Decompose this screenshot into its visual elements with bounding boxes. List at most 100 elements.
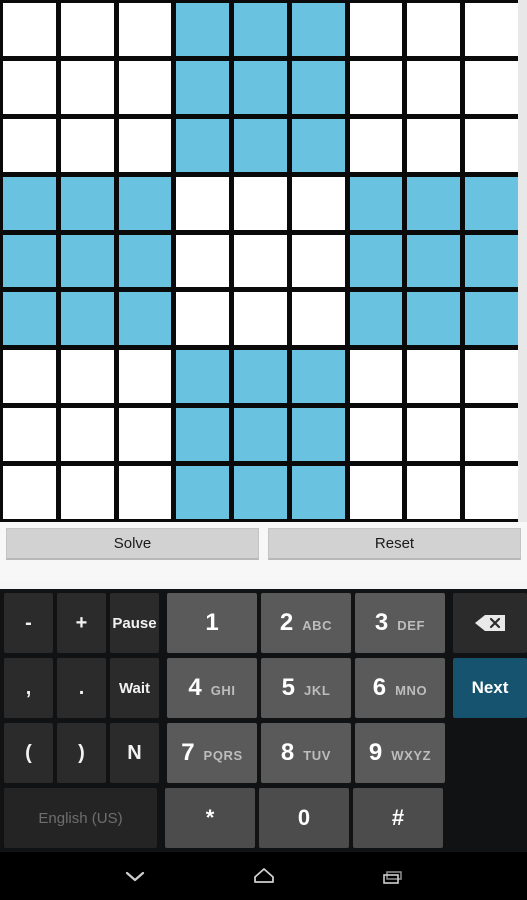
sudoku-cell[interactable]	[465, 118, 518, 172]
key-paren-open[interactable]: (	[4, 723, 53, 783]
sudoku-cell[interactable]	[407, 3, 461, 56]
sudoku-cell[interactable]	[176, 408, 230, 462]
sudoku-cell[interactable]	[234, 118, 287, 172]
sudoku-cell[interactable]	[118, 292, 172, 346]
sudoku-cell[interactable]	[118, 118, 172, 172]
sudoku-cell[interactable]	[349, 176, 403, 230]
sudoku-cell[interactable]	[3, 118, 56, 172]
sudoku-cell[interactable]	[465, 3, 518, 56]
sudoku-cell[interactable]	[118, 408, 172, 462]
sudoku-cell[interactable]	[60, 118, 114, 172]
sudoku-cell[interactable]	[349, 234, 403, 288]
solve-button[interactable]: Solve	[6, 528, 259, 560]
sudoku-cell[interactable]	[465, 60, 518, 114]
sudoku-cell[interactable]	[118, 466, 172, 519]
sudoku-cell[interactable]	[234, 60, 287, 114]
sudoku-cell[interactable]	[3, 60, 56, 114]
sudoku-cell[interactable]	[291, 466, 345, 519]
key-0[interactable]: 0	[259, 788, 349, 848]
sudoku-cell[interactable]	[3, 234, 56, 288]
sudoku-cell[interactable]	[465, 176, 518, 230]
key-5[interactable]: 5 JKL	[261, 658, 351, 718]
sudoku-cell[interactable]	[407, 466, 461, 519]
sudoku-cell[interactable]	[60, 176, 114, 230]
sudoku-cell[interactable]	[407, 350, 461, 404]
key-pause[interactable]: Pause	[110, 593, 159, 653]
sudoku-cell[interactable]	[465, 234, 518, 288]
sudoku-cell[interactable]	[234, 234, 287, 288]
sudoku-cell[interactable]	[118, 350, 172, 404]
sudoku-cell[interactable]	[349, 118, 403, 172]
key-1[interactable]: 1	[167, 593, 257, 653]
sudoku-cell[interactable]	[118, 3, 172, 56]
sudoku-cell[interactable]	[234, 292, 287, 346]
sudoku-cell[interactable]	[291, 60, 345, 114]
sudoku-cell[interactable]	[118, 176, 172, 230]
sudoku-cell[interactable]	[176, 60, 230, 114]
sudoku-grid[interactable]	[0, 0, 518, 522]
sudoku-cell[interactable]	[176, 234, 230, 288]
key-6[interactable]: 6 MNO	[355, 658, 445, 718]
sudoku-cell[interactable]	[407, 234, 461, 288]
sudoku-cell[interactable]	[60, 408, 114, 462]
home-button[interactable]	[236, 856, 292, 896]
sudoku-cell[interactable]	[60, 466, 114, 519]
key-language[interactable]: English (US)	[4, 788, 157, 848]
sudoku-cell[interactable]	[3, 176, 56, 230]
sudoku-cell[interactable]	[407, 292, 461, 346]
sudoku-cell[interactable]	[60, 3, 114, 56]
sudoku-cell[interactable]	[60, 350, 114, 404]
sudoku-cell[interactable]	[291, 118, 345, 172]
key-hash[interactable]: #	[353, 788, 443, 848]
sudoku-cell[interactable]	[291, 350, 345, 404]
key-minus[interactable]: -	[4, 593, 53, 653]
sudoku-cell[interactable]	[60, 60, 114, 114]
sudoku-cell[interactable]	[3, 350, 56, 404]
key-paren-close[interactable]: )	[57, 723, 106, 783]
sudoku-cell[interactable]	[176, 118, 230, 172]
key-wait[interactable]: Wait	[110, 658, 159, 718]
key-2[interactable]: 2 ABC	[261, 593, 351, 653]
sudoku-cell[interactable]	[3, 466, 56, 519]
sudoku-cell[interactable]	[3, 3, 56, 56]
sudoku-cell[interactable]	[349, 60, 403, 114]
reset-button[interactable]: Reset	[268, 528, 521, 560]
sudoku-cell[interactable]	[349, 466, 403, 519]
key-n[interactable]: N	[110, 723, 159, 783]
sudoku-cell[interactable]	[291, 176, 345, 230]
sudoku-cell[interactable]	[176, 350, 230, 404]
key-9[interactable]: 9 WXYZ	[355, 723, 445, 783]
sudoku-cell[interactable]	[3, 292, 56, 346]
sudoku-cell[interactable]	[234, 176, 287, 230]
recents-button[interactable]	[365, 856, 421, 896]
sudoku-cell[interactable]	[118, 234, 172, 288]
sudoku-cell[interactable]	[407, 60, 461, 114]
sudoku-cell[interactable]	[234, 408, 287, 462]
sudoku-cell[interactable]	[465, 408, 518, 462]
sudoku-cell[interactable]	[234, 350, 287, 404]
sudoku-cell[interactable]	[118, 60, 172, 114]
key-backspace[interactable]	[453, 593, 527, 653]
sudoku-cell[interactable]	[407, 176, 461, 230]
key-3[interactable]: 3 DEF	[355, 593, 445, 653]
sudoku-cell[interactable]	[407, 118, 461, 172]
key-comma[interactable]: ,	[4, 658, 53, 718]
sudoku-cell[interactable]	[349, 350, 403, 404]
sudoku-cell[interactable]	[291, 408, 345, 462]
sudoku-cell[interactable]	[234, 466, 287, 519]
sudoku-cell[interactable]	[234, 3, 287, 56]
sudoku-cell[interactable]	[465, 350, 518, 404]
sudoku-cell[interactable]	[176, 3, 230, 56]
key-next[interactable]: Next	[453, 658, 527, 718]
sudoku-cell[interactable]	[349, 408, 403, 462]
sudoku-cell[interactable]	[407, 408, 461, 462]
sudoku-cell[interactable]	[60, 292, 114, 346]
sudoku-cell[interactable]	[291, 292, 345, 346]
sudoku-cell[interactable]	[291, 3, 345, 56]
sudoku-cell[interactable]	[291, 234, 345, 288]
sudoku-cell[interactable]	[349, 292, 403, 346]
sudoku-cell[interactable]	[3, 408, 56, 462]
key-plus[interactable]: +	[57, 593, 106, 653]
key-8[interactable]: 8 TUV	[261, 723, 351, 783]
hide-keyboard-button[interactable]	[107, 856, 163, 896]
